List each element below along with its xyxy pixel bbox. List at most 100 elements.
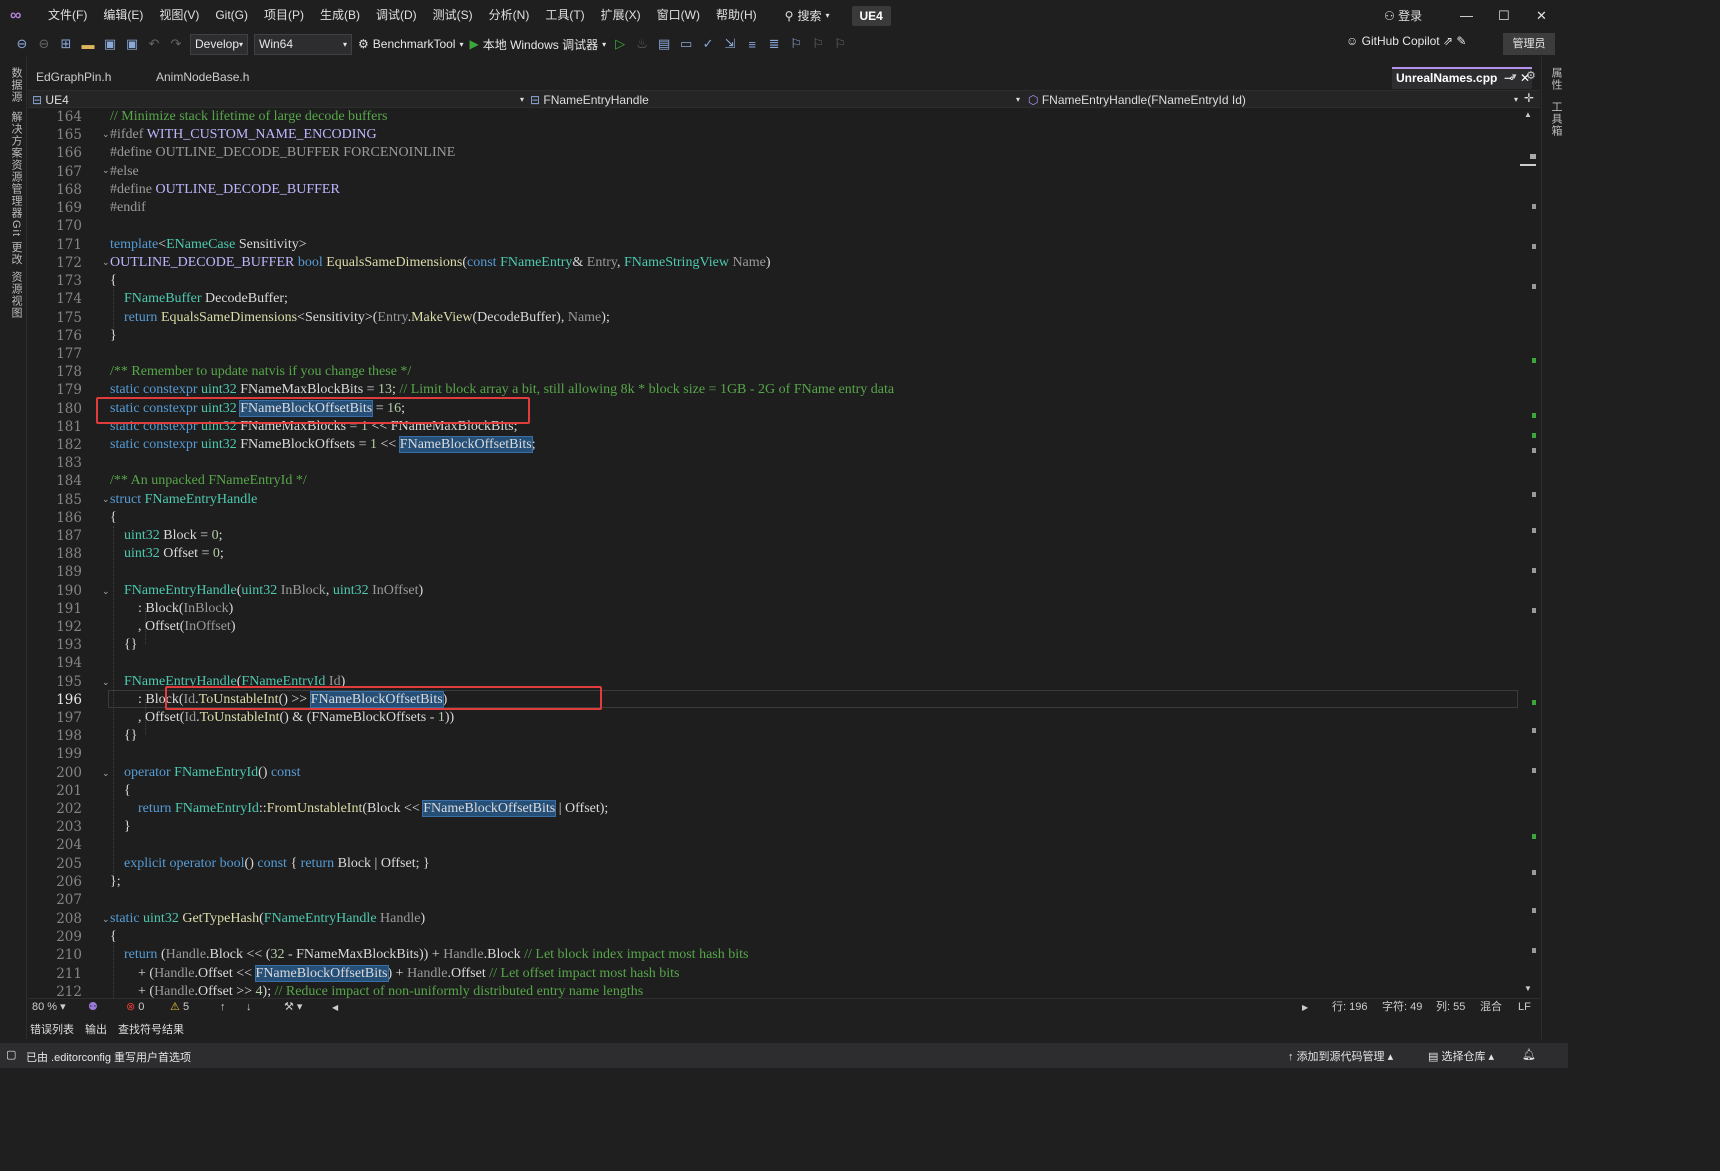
menu-bar: ∞ 文件(F) 编辑(E) 视图(V) Git(G) 项目(P) 生成(B) 调试(D) 测试…: [0, 0, 1568, 31]
tab-find-symbol-results[interactable]: 查找符号结果: [118, 1021, 184, 1037]
start-debugging-button[interactable]: ▶ 本地 Windows 调试器 ▾: [470, 36, 607, 53]
comment-icon[interactable]: ≡: [744, 37, 760, 52]
uncomment-icon[interactable]: ≣: [766, 36, 782, 52]
resource-view-tab[interactable]: 资源视图: [8, 271, 24, 319]
startup-project-dropdown[interactable]: ⚙ BenchmarkTool ▾: [358, 37, 464, 51]
split-editor-icon[interactable]: ✛: [1524, 91, 1534, 105]
configuration-value: Develop: [195, 37, 240, 51]
redo-icon[interactable]: ↷: [168, 36, 184, 52]
repository-button[interactable]: ▤ 选择仓库 ▴: [1428, 1048, 1494, 1064]
fold-icon[interactable]: ⌄: [102, 914, 110, 925]
next-bookmark-icon[interactable]: ⚐: [832, 36, 848, 52]
menu-item[interactable]: Git(G): [207, 0, 256, 31]
open-folder-icon[interactable]: ▬: [80, 37, 96, 52]
close-window-button[interactable]: ✕: [1536, 8, 1547, 24]
health-icon[interactable]: ⚉: [88, 1000, 98, 1015]
solution-name-badge[interactable]: UE4: [851, 5, 891, 26]
char-indicator[interactable]: 字符: 49: [1382, 1000, 1422, 1015]
back-icon[interactable]: ⊖: [14, 36, 30, 52]
arrow-up-icon[interactable]: ↑: [220, 1000, 226, 1015]
bookmark-icon[interactable]: ⚐: [788, 36, 804, 52]
undo-icon[interactable]: ↶: [146, 36, 162, 52]
github-copilot-button[interactable]: ☺ GitHub Copilot ⇗ ✎: [1346, 34, 1466, 48]
minimize-button[interactable]: —: [1460, 8, 1473, 23]
project-dropdown[interactable]: ⊟ UE4 ▾: [32, 92, 524, 108]
vertical-scrollbar[interactable]: ▲ ▼: [1518, 108, 1538, 998]
browser-link-icon[interactable]: ▤: [656, 36, 672, 52]
scroll-marker: [1532, 492, 1536, 497]
git-changes-tab[interactable]: Git 更改: [8, 220, 24, 265]
menu-item[interactable]: 扩展(X): [593, 0, 649, 31]
menu-item[interactable]: 编辑(E): [95, 0, 151, 31]
menu-item[interactable]: 视图(V): [151, 0, 207, 31]
search-label: 搜索: [797, 9, 822, 23]
error-count[interactable]: ⊗ 0: [126, 1000, 144, 1015]
line-indicator[interactable]: 行: 196: [1332, 1000, 1367, 1015]
code-line: , Offset(InOffset): [110, 619, 236, 634]
bell-icon[interactable]: 🔔︎: [1522, 1048, 1536, 1061]
menu-item[interactable]: 工具(T): [537, 0, 592, 31]
toolbox-tab[interactable]: 工具箱: [1548, 101, 1564, 137]
prev-bookmark-icon[interactable]: ⚐: [810, 36, 826, 52]
scope-dropdown[interactable]: ⊟ FNameEntryHandle ▾: [530, 92, 1020, 108]
menu-item[interactable]: 窗口(W): [649, 0, 708, 31]
cleanup-icon[interactable]: ⚒ ▾: [284, 1000, 302, 1015]
tab-unrealnames-active[interactable]: UnrealNames.cpp ⊸ ✕: [1392, 67, 1532, 89]
menu-item[interactable]: 分析(N): [481, 0, 538, 31]
fold-icon[interactable]: ⌄: [102, 494, 110, 505]
save-icon[interactable]: ▣: [102, 36, 118, 52]
menu-item[interactable]: 调试(D): [368, 0, 425, 31]
tab-list-chevron-icon[interactable]: ▾: [1512, 71, 1517, 82]
menu-item[interactable]: 生成(B): [312, 0, 368, 31]
tab-output[interactable]: 输出: [85, 1021, 107, 1037]
forward-icon[interactable]: ⊖: [36, 36, 52, 52]
fold-icon[interactable]: ⌄: [102, 677, 110, 688]
source-control-button[interactable]: ↑ 添加到源代码管理 ▴: [1288, 1048, 1393, 1064]
warning-count[interactable]: ⚠ 5: [170, 1000, 189, 1015]
properties-tab[interactable]: 属性: [1548, 67, 1564, 91]
tab-edgraphpin[interactable]: EdGraphPin.h: [28, 67, 119, 89]
fold-icon[interactable]: ⌄: [102, 129, 110, 140]
platform-dropdown[interactable]: Win64 ▾: [254, 33, 352, 55]
menu-item[interactable]: 文件(F): [40, 0, 95, 31]
solution-explorer-tab[interactable]: 解决方案资源管理器: [8, 111, 24, 219]
fold-icon[interactable]: ⌄: [102, 257, 110, 268]
scroll-down-icon[interactable]: ▼: [1524, 984, 1532, 993]
fold-icon[interactable]: ⌄: [102, 768, 110, 779]
notification-icon[interactable]: ▢: [6, 1048, 16, 1061]
scroll-left-icon[interactable]: ◀: [332, 1000, 338, 1015]
tab-error-list[interactable]: 错误列表: [30, 1021, 74, 1037]
menu-item[interactable]: 测试(S): [425, 0, 481, 31]
fold-icon[interactable]: ⌄: [102, 586, 110, 597]
settings-gear-icon[interactable]: ⚙: [1526, 69, 1536, 82]
class-icon: ⊟: [530, 93, 541, 107]
configuration-dropdown[interactable]: Develop ▾: [190, 33, 248, 55]
debugger-label: 本地 Windows 调试器: [482, 37, 599, 52]
menu-item[interactable]: 项目(P): [256, 0, 312, 31]
menu-item[interactable]: 帮助(H): [708, 0, 765, 31]
eol-indicator[interactable]: LF: [1518, 1000, 1531, 1015]
scroll-up-icon[interactable]: ▲: [1524, 110, 1532, 119]
tab-animnodebase[interactable]: AnimNodeBase.h: [148, 67, 257, 89]
active-tab-label: UnrealNames.cpp: [1396, 71, 1498, 85]
col-indicator[interactable]: 列: 55: [1436, 1000, 1465, 1015]
step-icon[interactable]: ⇲: [722, 36, 738, 52]
scroll-right-icon[interactable]: ▶: [1302, 1000, 1308, 1015]
layout-icon[interactable]: ▭: [678, 36, 694, 52]
member-dropdown[interactable]: ⬡ FNameEntryHandle(FNameEntryId Id) ▾: [1028, 92, 1518, 108]
fold-icon[interactable]: ⌄: [102, 165, 110, 176]
maximize-button[interactable]: ☐: [1498, 8, 1510, 24]
data-sources-tab[interactable]: 数据源: [8, 67, 24, 103]
new-item-icon[interactable]: ⊞: [58, 36, 74, 52]
spell-check-icon[interactable]: ✓: [700, 36, 716, 52]
start-without-debugging-icon[interactable]: ▷: [612, 36, 628, 52]
login-button[interactable]: ⚇ 登录: [1384, 7, 1422, 24]
search-box[interactable]: ⚲ 搜索 ▾: [777, 7, 838, 24]
arrow-down-icon[interactable]: ↓: [246, 1000, 252, 1015]
save-all-icon[interactable]: ▣: [124, 36, 140, 52]
whitespace-indicator[interactable]: 混合: [1480, 1000, 1502, 1015]
hot-reload-icon[interactable]: ♨: [634, 36, 650, 52]
code-editor[interactable]: 164 165 166 167 168 169 170 171 172 173 174 175 176 1…: [28, 108, 1540, 998]
visual-studio-logo-icon[interactable]: ∞: [10, 7, 32, 25]
zoom-dropdown[interactable]: 80 % ▾: [32, 1000, 66, 1015]
